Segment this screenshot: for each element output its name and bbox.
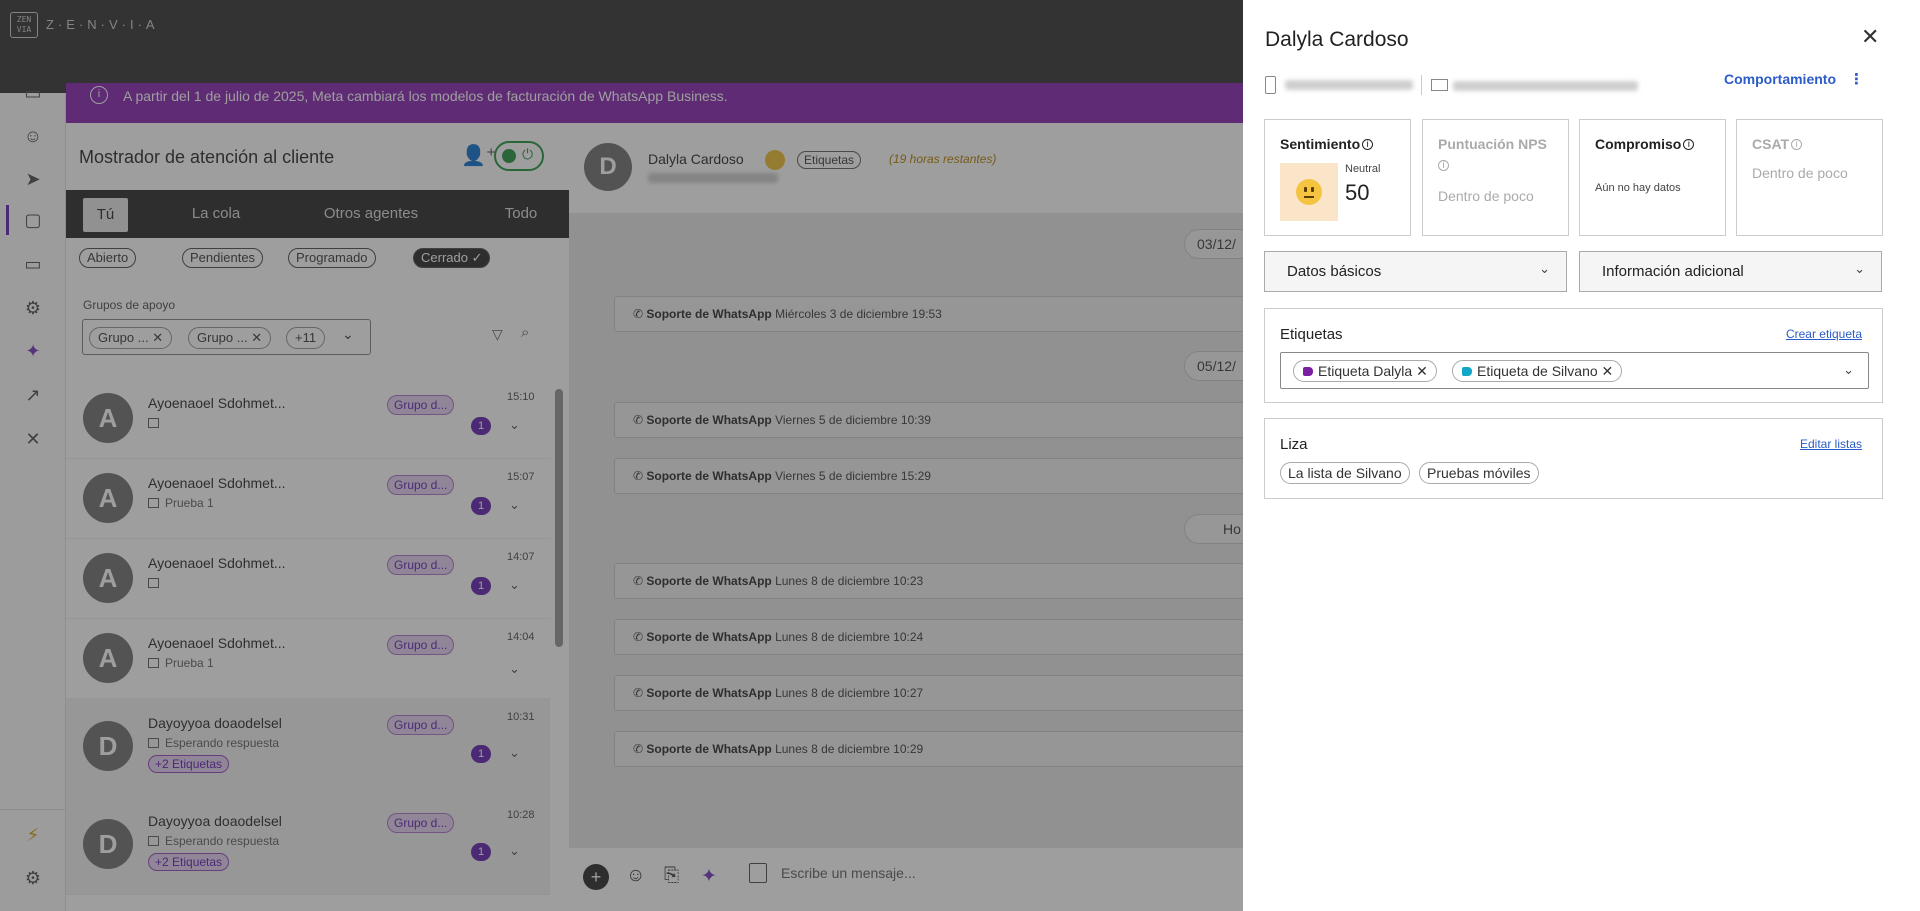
edit-lists-link[interactable]: Editar listas [1800, 437, 1862, 451]
create-tag-link[interactable]: Crear etiqueta [1786, 327, 1862, 341]
mouth [1304, 196, 1314, 198]
drawer-contact-name: Dalyla Cardoso [1265, 28, 1409, 51]
blurred-phone-number [1285, 80, 1413, 90]
tag-label: Etiqueta de Silvano [1477, 363, 1598, 379]
neutral-face-emoji [1296, 179, 1322, 205]
metric-value: Dentro de poco [1438, 188, 1534, 204]
divider [1421, 75, 1422, 95]
sentiment-score: 50 [1345, 180, 1370, 205]
chevron-down-icon: ⌄ [1854, 261, 1865, 276]
neutral-face-icon [1280, 163, 1338, 221]
metric-value: Dentro de poco [1752, 165, 1848, 181]
remove-tag-icon[interactable]: ✕ [1416, 363, 1428, 379]
basic-data-dropdown[interactable]: Datos básicos ⌄ [1264, 251, 1567, 292]
list-chip: La lista de Silvano [1280, 462, 1410, 484]
lists-section: Liza Editar listas La lista de Silvano P… [1264, 418, 1883, 499]
sentiment-label: Neutral [1345, 163, 1381, 175]
csat-card: CSAT i Dentro de poco [1736, 119, 1883, 236]
section-title: Etiquetas [1280, 326, 1343, 343]
contact-drawer: Dalyla Cardoso ✕ Comportamiento ⋮ Sentim… [1243, 0, 1920, 911]
metric-title: Puntuación NPS [1438, 136, 1547, 152]
metric-value: Aún no hay datos [1595, 182, 1681, 194]
info-icon[interactable]: i [1362, 139, 1374, 150]
metric-title-text: Compromiso [1595, 136, 1682, 152]
dropdown-label: Información adicional [1602, 263, 1744, 280]
tag-chip[interactable]: Etiqueta de Silvano ✕ [1452, 360, 1623, 382]
list-chip: Pruebas móviles [1419, 462, 1539, 484]
metric-title: Compromiso i [1595, 136, 1695, 152]
eye [1311, 187, 1314, 192]
additional-info-dropdown[interactable]: Información adicional ⌄ [1579, 251, 1882, 292]
engagement-card: Compromiso i Aún no hay datos [1579, 119, 1726, 236]
info-icon[interactable]: i [1791, 139, 1803, 150]
mail-icon [1431, 79, 1448, 91]
tag-icon [1303, 367, 1313, 376]
info-icon[interactable]: i [1683, 139, 1695, 150]
modal-backdrop[interactable] [0, 0, 1243, 911]
phone-icon [1265, 76, 1276, 94]
blurred-email [1453, 81, 1638, 91]
tags-select[interactable]: Etiqueta Dalyla ✕ Etiqueta de Silvano ✕ … [1280, 352, 1869, 389]
metric-title-text: CSAT [1752, 136, 1790, 152]
tag-chip[interactable]: Etiqueta Dalyla ✕ [1293, 360, 1437, 382]
tag-icon [1462, 367, 1472, 376]
sentiment-card: Sentimiento i Neutral 50 [1264, 119, 1411, 236]
remove-tag-icon[interactable]: ✕ [1602, 363, 1614, 379]
metric-title-text: Sentimiento [1280, 136, 1361, 152]
behavior-link[interactable]: Comportamiento [1724, 71, 1836, 87]
chevron-down-icon[interactable]: ⌄ [1843, 362, 1854, 378]
close-icon[interactable]: ✕ [1861, 24, 1879, 50]
section-title: Liza [1280, 436, 1308, 453]
metric-title: CSAT i [1752, 136, 1803, 152]
dropdown-label: Datos básicos [1287, 263, 1382, 280]
info-icon[interactable]: i [1438, 160, 1449, 171]
tags-section: Etiquetas Crear etiqueta Etiqueta Dalyla… [1264, 308, 1883, 403]
eye [1304, 187, 1307, 192]
metric-title: Sentimiento i [1280, 136, 1374, 152]
nps-card: Puntuación NPS i Dentro de poco [1422, 119, 1569, 236]
tag-label: Etiqueta Dalyla [1318, 363, 1413, 379]
more-options-icon[interactable]: ⋮ [1849, 70, 1864, 88]
chevron-down-icon: ⌄ [1539, 261, 1550, 276]
